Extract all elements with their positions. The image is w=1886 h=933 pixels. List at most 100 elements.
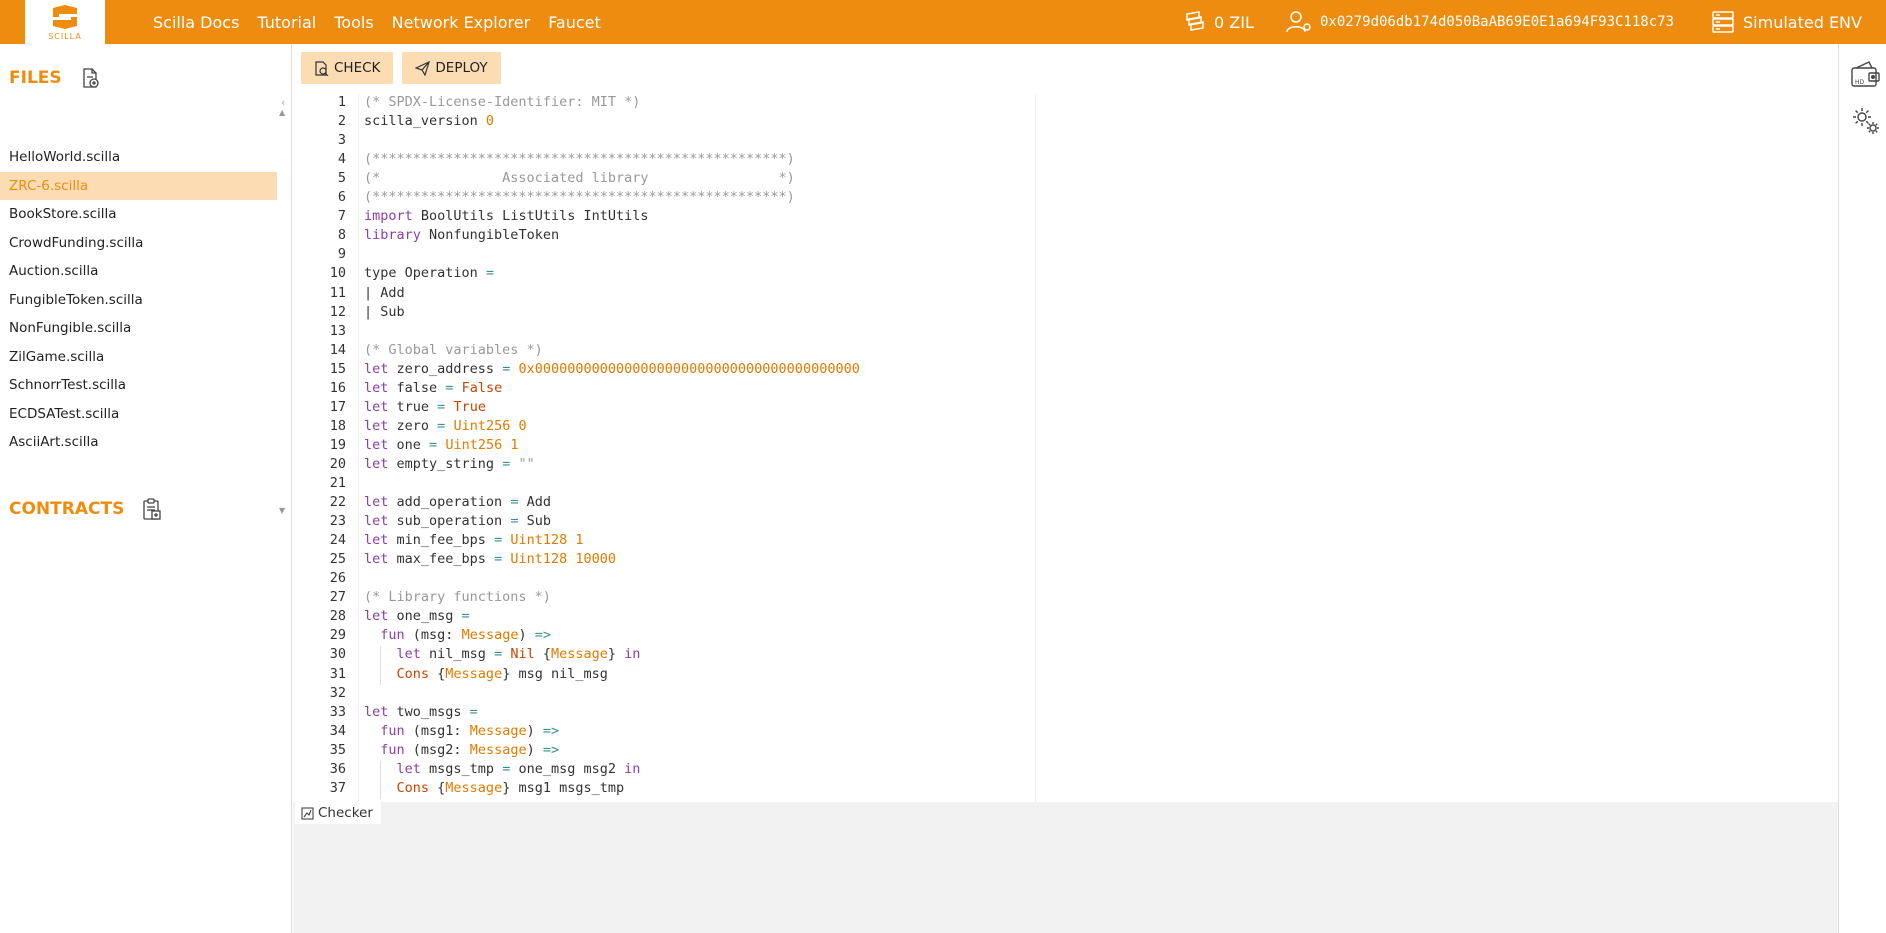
balance-button[interactable]: 0 ZIL: [1184, 0, 1254, 44]
code-token: =: [429, 436, 438, 453]
line-number: 14: [329, 341, 346, 358]
code-line[interactable]: (* SPDX-License-Identifier: MIT *): [364, 94, 640, 110]
file-item-ecdsatest[interactable]: ECDSATest.scilla: [0, 400, 277, 429]
line-number: 35: [329, 741, 346, 758]
scroll-up-icon[interactable]: ▲: [279, 108, 285, 117]
scroll-down-icon[interactable]: ▼: [279, 506, 285, 515]
code-line[interactable]: import BoolUtils ListUtils IntUtils: [364, 208, 648, 224]
code-line[interactable]: let one = Uint256 1: [364, 437, 518, 453]
code-line[interactable]: let false = False: [364, 380, 502, 396]
files-scrollbar[interactable]: ▲ ▼: [277, 106, 289, 518]
code-line[interactable]: (***************************************…: [364, 151, 795, 167]
line-number: 16: [329, 379, 346, 396]
code-token: import: [364, 208, 413, 225]
checker-tab[interactable]: Checker: [295, 802, 381, 824]
code-line[interactable]: | Add: [364, 285, 405, 301]
line-number: 12: [329, 303, 346, 320]
code-token: (* Library functions *): [364, 589, 551, 606]
code-line[interactable]: (* Global variables *): [364, 342, 543, 358]
indent-guide: [380, 760, 381, 799]
file-item-zrc6[interactable]: ZRC-6.scilla: [0, 171, 277, 200]
line-number: 9: [337, 246, 346, 263]
nav-scilla-docs[interactable]: Scilla Docs: [153, 13, 239, 32]
file-item-auction[interactable]: Auction.scilla: [0, 257, 277, 286]
account-button[interactable]: 0x0279d06db174d050BaAB69E0E1a694F93C118c…: [1286, 0, 1674, 44]
scilla-logo-icon: [53, 4, 77, 29]
code-line[interactable]: fun (msg1: Message) =>: [364, 723, 559, 739]
contracts-clipboard-icon[interactable]: [142, 498, 162, 520]
code-token: zero_address: [388, 360, 503, 377]
new-file-icon[interactable]: [80, 68, 100, 88]
right-toolbar: HD: [1838, 44, 1886, 933]
code-token: =>: [542, 741, 560, 758]
code-token: True: [453, 398, 486, 415]
code-line[interactable]: fun (msg: Message) =>: [364, 627, 551, 643]
code-token: fun: [380, 627, 405, 644]
file-item-schnorrtest[interactable]: SchnorrTest.scilla: [0, 371, 277, 400]
line-number: 6: [337, 189, 346, 206]
code-line[interactable]: (* Associated library *): [364, 170, 795, 186]
file-item-fungibletoken[interactable]: FungibleToken.scilla: [0, 286, 277, 315]
code-token: BoolUtils ListUtils IntUtils: [412, 208, 649, 225]
environment-button[interactable]: Simulated ENV: [1711, 0, 1862, 44]
file-item-nonfungible[interactable]: NonFungible.scilla: [0, 314, 277, 343]
code-token: scilla_version: [364, 113, 486, 130]
file-item-zilgame[interactable]: ZilGame.scilla: [0, 343, 277, 372]
line-number: 36: [329, 760, 346, 777]
code-line[interactable]: Cons {Message} msg1 msgs_tmp: [364, 780, 625, 796]
code-line[interactable]: | Sub: [364, 304, 405, 320]
code-line[interactable]: (* Library functions *): [364, 589, 551, 605]
nav-faucet[interactable]: Faucet: [548, 13, 601, 32]
file-item-bookstore[interactable]: BookStore.scilla: [0, 200, 277, 229]
code-line[interactable]: scilla_version 0: [364, 113, 494, 129]
main-nav: Scilla Docs Tutorial Tools Network Explo…: [153, 0, 619, 44]
code-editor[interactable]: 1 2 3 4 5 6 7 8 9 10 11 12 13 14 15 16 17 18 19 20 21 22 23 24 2…: [293, 94, 1838, 802]
top-bar: SCILLA Scilla Docs Tutorial Tools Networ…: [0, 0, 1886, 44]
check-button[interactable]: CHECK: [301, 52, 394, 84]
wallet-icon[interactable]: HD: [1851, 60, 1881, 94]
code-line[interactable]: let add_operation = Add: [364, 494, 551, 510]
code-token: 0x00000000000000000000000000000000000000…: [518, 360, 860, 377]
code-line[interactable]: let msgs_tmp = one_msg msg2 in: [364, 761, 641, 777]
file-item-helloworld[interactable]: HelloWorld.scilla: [0, 143, 277, 172]
code-token: let: [364, 398, 389, 415]
code-line[interactable]: let min_fee_bps = Uint128 1: [364, 532, 584, 548]
code-token: NonfungibleToken: [420, 227, 560, 244]
code-token: Nil: [510, 646, 535, 663]
code-line[interactable]: library NonfungibleToken: [364, 227, 559, 243]
code-line[interactable]: fun (msg2: Message) =>: [364, 742, 559, 758]
files-list: HelloWorld.scilla ZRC-6.scilla BookStore…: [0, 143, 277, 457]
nav-tutorial[interactable]: Tutorial: [257, 13, 316, 32]
code-line[interactable]: let sub_operation = Sub: [364, 513, 551, 529]
code-token: } msg nil_msg: [502, 665, 608, 682]
nav-tools[interactable]: Tools: [334, 13, 373, 32]
line-number: 20: [329, 455, 346, 472]
code-line[interactable]: (***************************************…: [364, 189, 795, 205]
bottom-panel: Checker: [293, 802, 1838, 933]
settings-gears-icon[interactable]: [1851, 106, 1881, 140]
code-line[interactable]: type Operation =: [364, 265, 494, 281]
code-token: =: [494, 551, 503, 568]
code-line[interactable]: let zero_address = 0x0000000000000000000…: [364, 361, 860, 377]
code-line[interactable]: let max_fee_bps = Uint128 10000: [364, 551, 616, 567]
code-token: let: [364, 379, 389, 396]
code-line[interactable]: let empty_string = "": [364, 456, 535, 472]
line-number: 2: [337, 113, 346, 130]
code-token: {: [429, 665, 446, 682]
code-line[interactable]: let two_msgs =: [364, 704, 478, 720]
code-token: =>: [542, 722, 560, 739]
code-line[interactable]: let nil_msg = Nil {Message} in: [364, 646, 641, 663]
code-token: zero: [388, 417, 438, 434]
code-line[interactable]: let zero = Uint256 0: [364, 418, 527, 434]
code-token: ): [526, 741, 543, 758]
code-line[interactable]: Cons {Message} msg nil_msg: [364, 666, 608, 682]
nav-network-explorer[interactable]: Network Explorer: [392, 13, 531, 32]
file-item-crowdfunding[interactable]: CrowdFunding.scilla: [0, 229, 277, 258]
line-number: 33: [329, 703, 346, 720]
file-item-asciiart[interactable]: AsciiArt.scilla: [0, 428, 277, 457]
code-line[interactable]: let true = True: [364, 399, 486, 415]
code-line[interactable]: let one_msg =: [364, 608, 470, 624]
line-number: 19: [329, 436, 346, 453]
scilla-logo[interactable]: SCILLA: [25, 0, 105, 44]
deploy-button[interactable]: DEPLOY: [402, 52, 501, 84]
